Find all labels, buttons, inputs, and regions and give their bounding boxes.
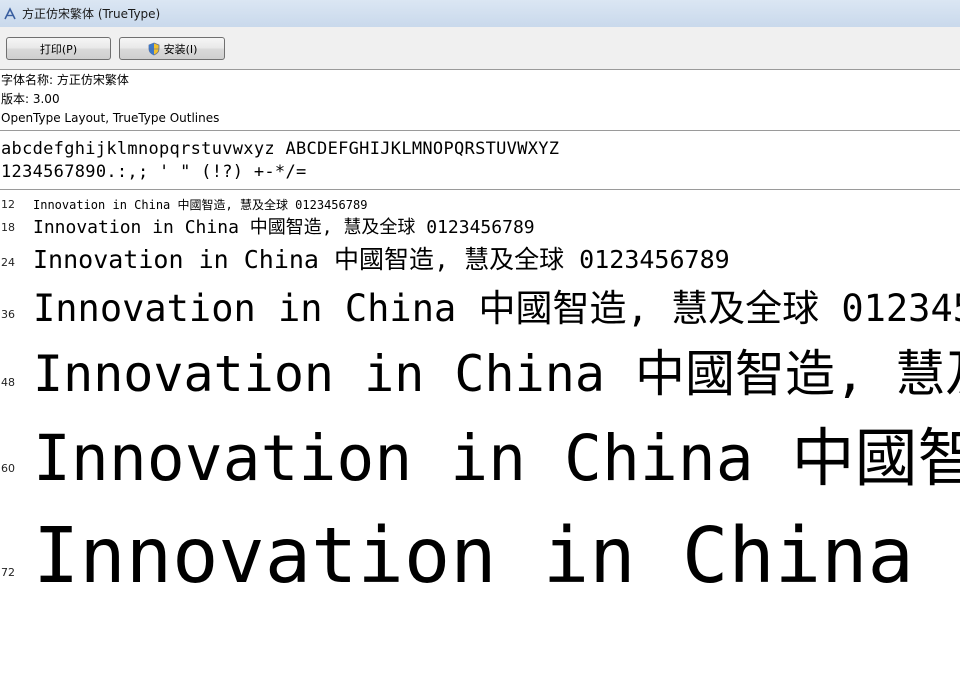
- sample-row-36: 36 Innovation in China 中國智造, 慧及全球 012345…: [0, 278, 960, 334]
- install-button-label: 安装(I): [163, 42, 198, 56]
- font-viewer-icon: [3, 6, 17, 21]
- sample-size-label: 36: [1, 308, 15, 321]
- sample-row-60: 60 Innovation in China 中國智造, 慧及全球 012345…: [0, 408, 960, 494]
- sample-text: Innovation in China 中國智造, 慧及全球 012345678…: [33, 287, 960, 330]
- sample-text: Innovation in China 中國智造, 慧及全球 012345678…: [33, 512, 960, 594]
- character-set-preview: abcdefghijklmnopqrstuvwxyz ABCDEFGHIJKLM…: [0, 131, 960, 190]
- sample-text: Innovation in China 中國智造, 慧及全球 012345678…: [33, 422, 960, 494]
- sample-text: Innovation in China 中國智造, 慧及全球 012345678…: [33, 198, 368, 212]
- sample-row-24: 24 Innovation in China 中國智造, 慧及全球 012345…: [0, 238, 960, 278]
- sample-size-label: 24: [1, 256, 15, 269]
- sample-text: Innovation in China 中國智造, 慧及全球 012345678…: [33, 345, 960, 403]
- window-title: 方正仿宋繁体 (TrueType): [22, 7, 161, 21]
- install-button[interactable]: 安装(I): [119, 37, 225, 60]
- charset-digits-symbols: 1234567890.:,; ' " (!?) +-*/=: [1, 162, 307, 182]
- font-outlines: OpenType Layout, TrueType Outlines: [1, 111, 220, 125]
- font-version: 版本: 3.00: [1, 92, 60, 106]
- print-button[interactable]: 打印(P): [6, 37, 111, 60]
- uac-shield-icon: [147, 42, 161, 56]
- charset-letters: abcdefghijklmnopqrstuvwxyz ABCDEFGHIJKLM…: [1, 139, 560, 159]
- sample-size-label: 60: [1, 462, 15, 475]
- font-name: 字体名称: 方正仿宋繁体: [1, 73, 129, 87]
- font-info-panel: 字体名称: 方正仿宋繁体 版本: 3.00 OpenType Layout, T…: [0, 70, 960, 131]
- sample-row-18: 18 Innovation in China 中國智造, 慧及全球 012345…: [0, 212, 960, 240]
- print-button-label: 打印(P): [39, 42, 78, 56]
- title-bar: 方正仿宋繁体 (TrueType): [0, 0, 960, 27]
- sample-text: Innovation in China 中國智造, 慧及全球 012345678…: [33, 245, 730, 274]
- sample-text: Innovation in China 中國智造, 慧及全球 012345678…: [33, 217, 535, 238]
- sample-row-48: 48 Innovation in China 中國智造, 慧及全球 012345…: [0, 334, 960, 408]
- sample-row-72: 72 Innovation in China 中國智造, 慧及全球 012345…: [0, 494, 960, 594]
- sample-size-label: 48: [1, 376, 15, 389]
- sample-size-label: 72: [1, 566, 15, 579]
- sample-size-label: 12: [1, 198, 15, 211]
- sample-size-label: 18: [1, 221, 15, 234]
- sample-row-12: 12 Innovation in China 中國智造, 慧及全球 012345…: [0, 194, 960, 214]
- toolbar: 打印(P) 安装(I): [0, 27, 960, 70]
- sample-text-area: 12 Innovation in China 中國智造, 慧及全球 012345…: [0, 190, 960, 700]
